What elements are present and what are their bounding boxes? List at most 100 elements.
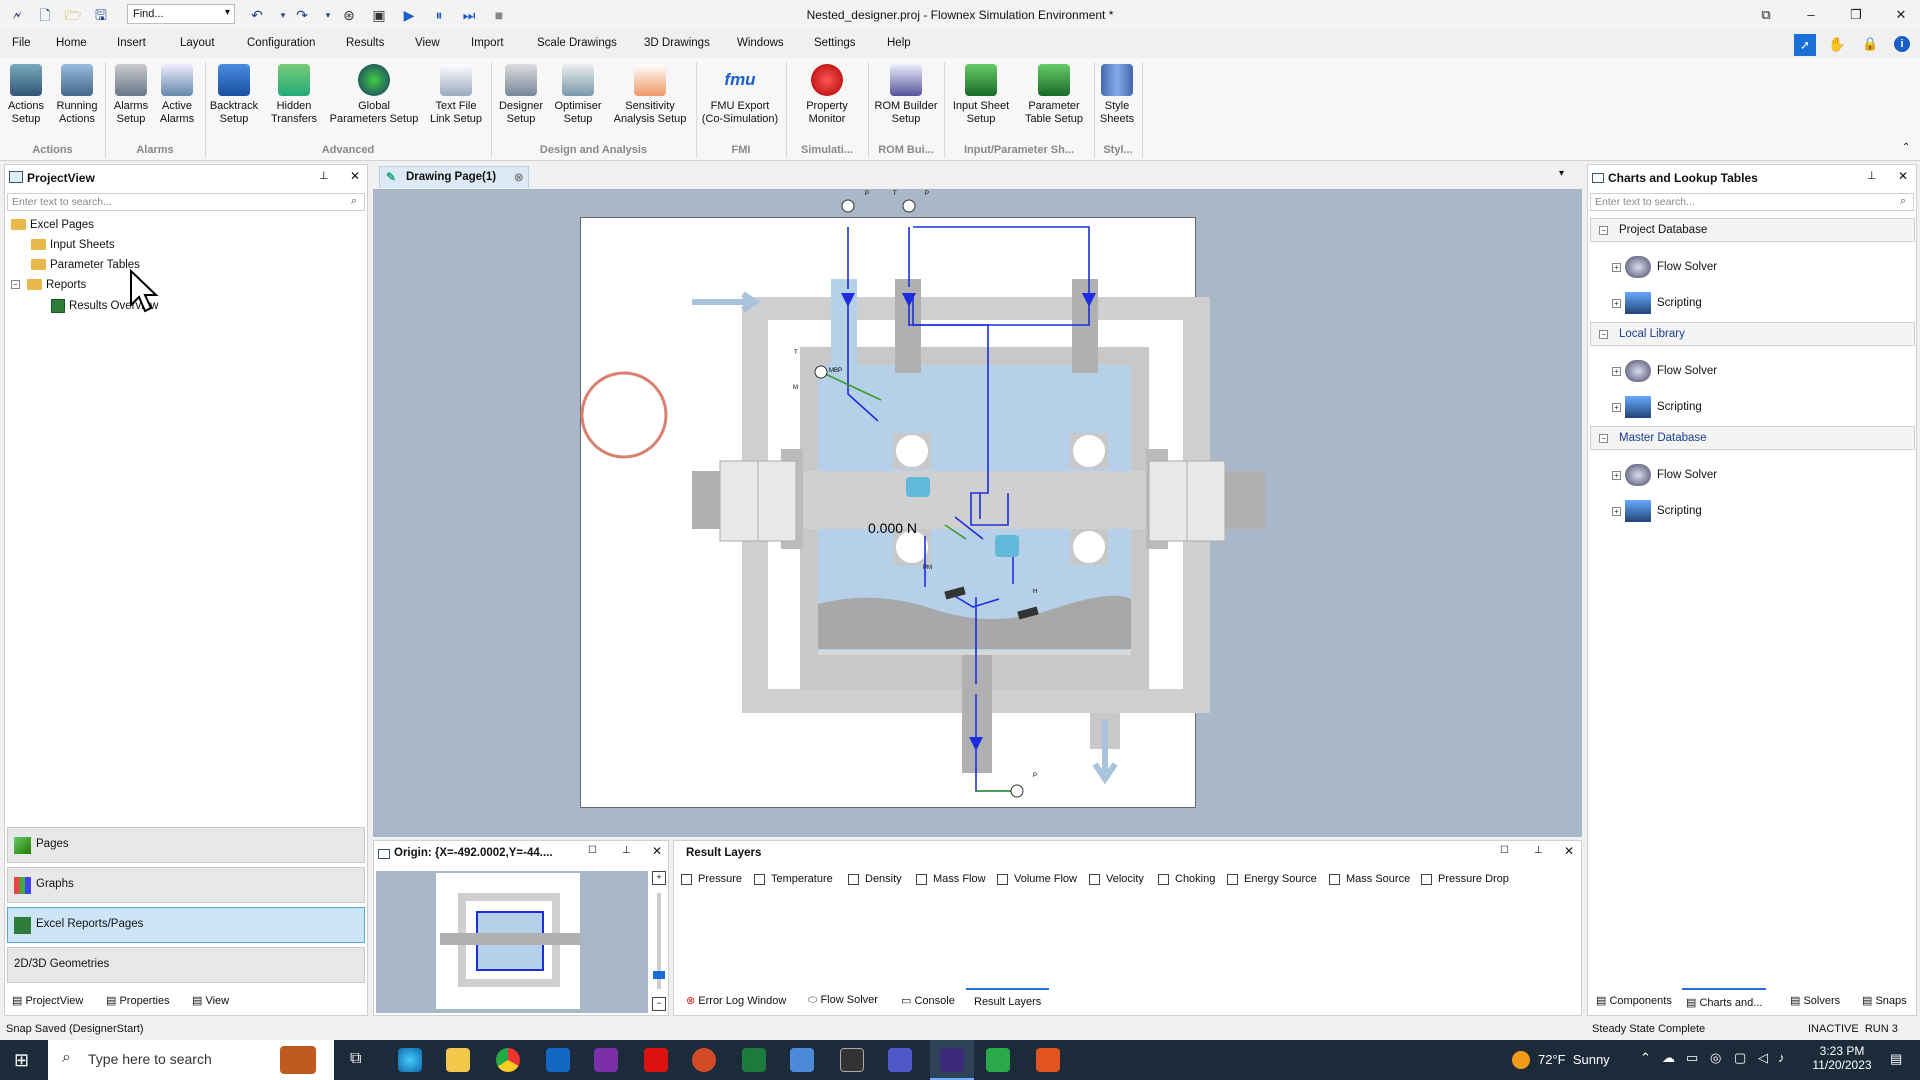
layer-pressure-drop[interactable]: Pressure Drop xyxy=(1421,873,1509,885)
windows-start-icon[interactable]: ⊞ xyxy=(14,1050,29,1071)
expand-icon[interactable]: + xyxy=(1612,298,1621,308)
hidden-transfers-button[interactable]: Hidden Transfers xyxy=(266,64,322,126)
rom-builder-setup-button[interactable]: ROM Builder Setup xyxy=(872,64,940,126)
close-panel-icon[interactable]: ✕ xyxy=(1564,844,1574,858)
actions-setup-button[interactable]: Actions Setup xyxy=(4,64,48,126)
menu-results[interactable]: Results xyxy=(346,37,384,49)
tab-components[interactable]: ▤ Components xyxy=(1596,994,1672,1007)
collapse-icon[interactable]: − xyxy=(1599,434,1608,443)
menu-view[interactable]: View xyxy=(415,37,440,49)
nav-2d-3d-geometries[interactable]: 2D/3D Geometries xyxy=(7,947,365,983)
menu-windows[interactable]: Windows xyxy=(737,37,784,49)
alarms-setup-button[interactable]: Alarms Setup xyxy=(110,64,152,126)
file-explorer-icon[interactable] xyxy=(446,1048,470,1072)
collapse-ribbon-icon[interactable]: ⌃ xyxy=(1902,142,1910,153)
checkbox[interactable] xyxy=(997,873,1008,885)
collapse-icon[interactable]: − xyxy=(11,280,20,290)
group-local-library[interactable]: − Local Library xyxy=(1590,322,1915,346)
checkbox[interactable] xyxy=(1421,873,1432,885)
checkbox[interactable] xyxy=(681,873,692,885)
float-panel-icon[interactable]: ☐ xyxy=(1500,845,1509,856)
backtrack-setup-button[interactable]: Backtrack Setup xyxy=(208,64,260,126)
close-window-button[interactable]: ✕ xyxy=(1887,5,1915,25)
menu-import[interactable]: Import xyxy=(471,37,504,49)
zoom-slider-thumb[interactable] xyxy=(653,971,665,979)
local-scripting[interactable]: + Scripting xyxy=(1612,396,1702,418)
notifications-icon[interactable]: ▤ xyxy=(1890,1051,1902,1067)
flownex-taskbar-button[interactable] xyxy=(930,1040,974,1080)
nav-graphs[interactable]: Graphs xyxy=(7,867,365,903)
minimize-button[interactable]: – xyxy=(1797,5,1825,25)
acrobat-icon[interactable] xyxy=(644,1048,668,1072)
expand-icon[interactable]: + xyxy=(1612,402,1621,412)
outlook-icon[interactable] xyxy=(546,1048,570,1072)
pin-icon[interactable]: ⊥ xyxy=(319,169,329,182)
nav-pages[interactable]: Pages xyxy=(7,827,365,863)
project-search-input[interactable]: Enter text to search... xyxy=(7,193,365,211)
weather-sun-icon[interactable] xyxy=(1512,1051,1530,1069)
volume-icon[interactable]: ◁ xyxy=(1758,1050,1768,1066)
expand-icon[interactable]: + xyxy=(1612,262,1621,272)
tab-view[interactable]: ▤ View xyxy=(192,994,229,1007)
maximize-button[interactable]: ❐ xyxy=(1842,5,1870,25)
tab-list-dropdown-icon[interactable]: ▾ xyxy=(1559,168,1564,179)
close-panel-icon[interactable]: ✕ xyxy=(350,169,360,183)
tab-flow-solver[interactable]: ⬭ Flow Solver xyxy=(808,994,878,1007)
tab-snaps[interactable]: ▤ Snaps xyxy=(1862,994,1907,1007)
onedrive-icon[interactable]: ☁ xyxy=(1662,1050,1675,1066)
checkbox[interactable] xyxy=(848,873,859,885)
project-scripting[interactable]: + Scripting xyxy=(1612,292,1702,314)
display-icon[interactable]: ▢ xyxy=(1734,1050,1746,1066)
terminal-icon[interactable] xyxy=(840,1048,864,1072)
chrome-icon[interactable] xyxy=(496,1048,520,1072)
lock-icon[interactable]: 🔒 xyxy=(1862,36,1878,52)
checkbox[interactable] xyxy=(1158,873,1169,885)
checkbox[interactable] xyxy=(1227,873,1238,885)
network-icon[interactable]: ▭ xyxy=(1686,1050,1698,1066)
active-alarms-button[interactable]: Active Alarms xyxy=(156,64,198,126)
collapse-icon[interactable]: − xyxy=(1599,330,1608,339)
input-sheet-setup-button[interactable]: Input Sheet Setup xyxy=(948,64,1014,126)
pin-icon[interactable]: ⊥ xyxy=(622,845,631,856)
layer-volume-flow[interactable]: Volume Flow xyxy=(997,873,1077,885)
property-monitor-button[interactable]: Property Monitor xyxy=(790,64,864,126)
app-orange-icon[interactable] xyxy=(1036,1048,1060,1072)
close-tab-icon[interactable]: ⊗ xyxy=(514,170,524,184)
menu-settings[interactable]: Settings xyxy=(814,37,856,49)
tab-projectview[interactable]: ▤ ProjectView xyxy=(12,994,83,1007)
calendar-icon[interactable] xyxy=(790,1048,814,1072)
layer-velocity[interactable]: Velocity xyxy=(1089,873,1144,885)
weather-text[interactable]: 72°F Sunny xyxy=(1538,1052,1610,1067)
layer-choking[interactable]: Choking xyxy=(1158,873,1215,885)
speaker-icon[interactable]: ♪ xyxy=(1778,1050,1785,1065)
tab-properties[interactable]: ▤ Properties xyxy=(106,994,170,1007)
nested-network-diagram[interactable]: 0.000 N P T P T M MBP PM H P xyxy=(373,189,1582,837)
menu-scale-drawings[interactable]: Scale Drawings xyxy=(537,37,617,49)
pin-icon[interactable]: ⊥ xyxy=(1534,845,1543,856)
layer-mass-flow[interactable]: Mass Flow xyxy=(916,873,986,885)
parameter-table-setup-button[interactable]: Parameter Table Setup xyxy=(1018,64,1090,126)
optimiser-setup-button[interactable]: Optimiser Setup xyxy=(552,64,604,126)
info-icon[interactable]: i xyxy=(1894,36,1910,52)
taskbar-search-box[interactable]: ⌕ Type here to search xyxy=(48,1040,334,1080)
layer-energy-source[interactable]: Energy Source xyxy=(1227,873,1317,885)
master-flow-solver[interactable]: + Flow Solver xyxy=(1612,464,1717,486)
onenote-icon[interactable] xyxy=(594,1048,618,1072)
menu-configuration[interactable]: Configuration xyxy=(247,37,315,49)
layer-temperature[interactable]: Temperature xyxy=(754,873,833,885)
float-panel-icon[interactable]: ☐ xyxy=(588,845,597,856)
collapse-icon[interactable]: − xyxy=(1599,226,1608,235)
powerpoint-icon[interactable] xyxy=(692,1048,716,1072)
excel-taskbar-icon[interactable] xyxy=(742,1048,766,1072)
expand-icon[interactable]: + xyxy=(1612,366,1621,376)
tab-drawing-page[interactable]: ✎ Drawing Page(1) ⊗ xyxy=(379,166,529,188)
app-green-icon[interactable] xyxy=(986,1048,1010,1072)
sensitivity-analysis-setup-button[interactable]: Sensitivity Analysis Setup xyxy=(610,64,690,126)
close-panel-icon[interactable]: ✕ xyxy=(1898,169,1908,183)
checkbox[interactable] xyxy=(1329,873,1340,885)
fmu-export-button[interactable]: fmu FMU Export (Co-Simulation) xyxy=(700,64,780,126)
menu-file[interactable]: File xyxy=(12,37,31,49)
local-flow-solver[interactable]: + Flow Solver xyxy=(1612,360,1717,382)
master-scripting[interactable]: + Scripting xyxy=(1612,500,1702,522)
group-project-database[interactable]: − Project Database xyxy=(1590,218,1915,242)
